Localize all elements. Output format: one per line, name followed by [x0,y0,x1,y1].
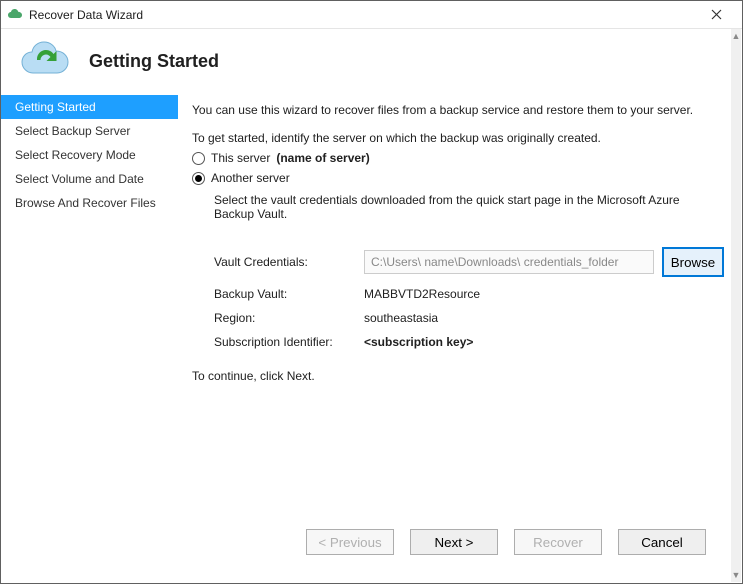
subscription-identifier-value: <subscription key> [364,335,473,349]
title-bar: Recover Data Wizard [1,1,742,29]
radio-unchecked-icon [192,152,205,165]
continue-text: To continue, click Next. [192,369,724,383]
next-button[interactable]: Next > [410,529,498,555]
wizard-header: Getting Started [1,29,742,89]
region-value: southeastasia [364,311,438,325]
close-button[interactable] [696,2,736,28]
sidebar-item-select-volume-and-date[interactable]: Select Volume and Date [1,167,178,191]
scroll-down-arrow-icon[interactable]: ▼ [731,568,741,582]
sidebar-item-select-recovery-mode[interactable]: Select Recovery Mode [1,143,178,167]
vertical-scrollbar[interactable]: ▲ ▼ [731,29,741,582]
intro-text-2: To get started, identify the server on w… [192,131,724,145]
radio-another-server-label: Another server [211,171,290,185]
app-icon [7,7,23,23]
sidebar-item-browse-and-recover-files[interactable]: Browse And Recover Files [1,191,178,215]
recover-button: Recover [514,529,602,555]
radio-this-server-suffix: (name of server) [276,151,369,165]
radio-checked-icon [192,172,205,185]
browse-button[interactable]: Browse [662,247,724,277]
scroll-up-arrow-icon[interactable]: ▲ [731,29,741,43]
subscription-identifier-label: Subscription Identifier: [214,335,354,349]
backup-vault-value: MABBVTD2Resource [364,287,480,301]
cancel-button[interactable]: Cancel [618,529,706,555]
vault-note: Select the vault credentials downloaded … [214,193,694,221]
sidebar-item-select-backup-server[interactable]: Select Backup Server [1,119,178,143]
page-title: Getting Started [89,51,219,72]
radio-this-server-label: This server [211,151,270,165]
cloud-recover-icon [19,41,71,81]
window-title: Recover Data Wizard [29,8,696,22]
radio-this-server[interactable]: This server (name of server) [192,151,724,165]
backup-vault-label: Backup Vault: [214,287,354,301]
region-label: Region: [214,311,354,325]
radio-another-server[interactable]: Another server [192,171,724,185]
wizard-steps-sidebar: Getting Started Select Backup Server Sel… [1,89,178,583]
wizard-content: You can use this wizard to recover files… [178,89,742,583]
sidebar-item-getting-started[interactable]: Getting Started [1,95,178,119]
vault-credentials-input[interactable] [364,250,654,274]
previous-button: < Previous [306,529,394,555]
vault-credentials-label: Vault Credentials: [214,255,354,269]
wizard-footer: < Previous Next > Recover Cancel [192,515,724,573]
intro-text-1: You can use this wizard to recover files… [192,103,724,117]
